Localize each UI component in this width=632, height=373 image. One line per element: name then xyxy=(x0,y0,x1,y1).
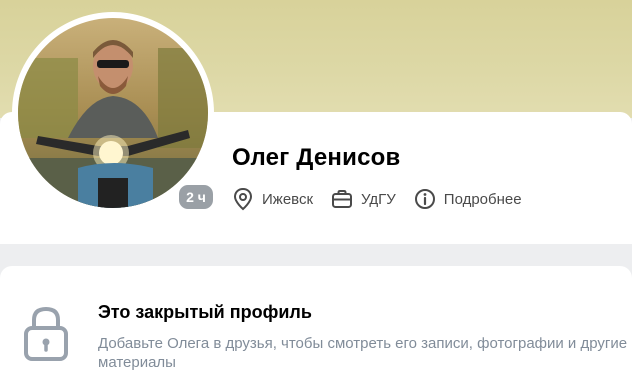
more-info-label: Подробнее xyxy=(443,190,522,208)
online-status-badge: 2 ч xyxy=(176,182,216,212)
section-divider xyxy=(0,244,632,266)
lock-icon xyxy=(24,306,68,361)
profile-page: 2 ч Олег Денисов Ижевск УдГУ Подробнее Э… xyxy=(0,0,632,373)
avatar-photo xyxy=(18,18,208,208)
city-label: Ижевск xyxy=(262,190,314,208)
closed-profile-description: Добавьте Олега в друзья, чтобы смотреть … xyxy=(98,335,628,371)
more-info-link[interactable]: Подробнее xyxy=(414,188,522,210)
profile-info-row: Ижевск УдГУ Подробнее xyxy=(232,186,540,212)
avatar[interactable] xyxy=(18,18,208,208)
closed-profile-title: Это закрытый профиль xyxy=(98,302,312,322)
education-label: УдГУ xyxy=(361,190,396,208)
city-item: Ижевск xyxy=(232,187,313,211)
education-item: УдГУ xyxy=(331,188,396,210)
briefcase-icon xyxy=(332,190,353,208)
avatar-frame: 2 ч xyxy=(12,12,216,214)
profile-name: Олег Денисов xyxy=(232,144,401,171)
location-pin-icon xyxy=(233,187,253,211)
info-icon xyxy=(414,189,435,209)
